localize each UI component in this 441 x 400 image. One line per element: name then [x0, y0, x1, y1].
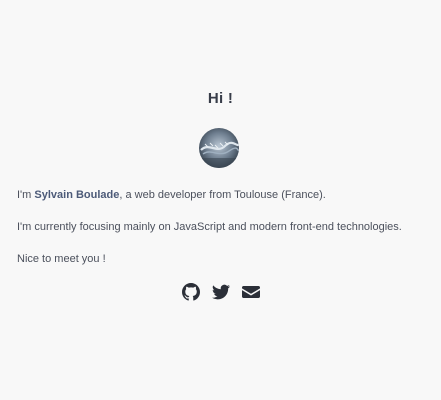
social-links: [0, 283, 441, 301]
intro-suffix: , a web developer from Toulouse (France)…: [119, 189, 326, 201]
intro-line-2: I'm currently focusing mainly on JavaScr…: [17, 221, 402, 233]
avatar-image: [199, 128, 239, 168]
intro-line-1: I'm Sylvain Boulade, a web developer fro…: [17, 188, 437, 202]
twitter-link[interactable]: [211, 283, 230, 301]
page-title: Hi !: [207, 90, 234, 107]
github-link[interactable]: [181, 283, 200, 301]
avatar: [199, 128, 239, 168]
email-icon: [241, 286, 260, 298]
intro-line-3: Nice to meet you !: [17, 253, 106, 265]
github-icon: [181, 283, 200, 301]
intro-prefix: I'm: [17, 189, 35, 201]
email-link[interactable]: [241, 283, 260, 301]
page: Hi ! I'm Sylvain Boulade, a web develope…: [0, 0, 441, 400]
author-name: Sylvain Boulade: [34, 189, 120, 201]
twitter-icon: [211, 284, 230, 300]
